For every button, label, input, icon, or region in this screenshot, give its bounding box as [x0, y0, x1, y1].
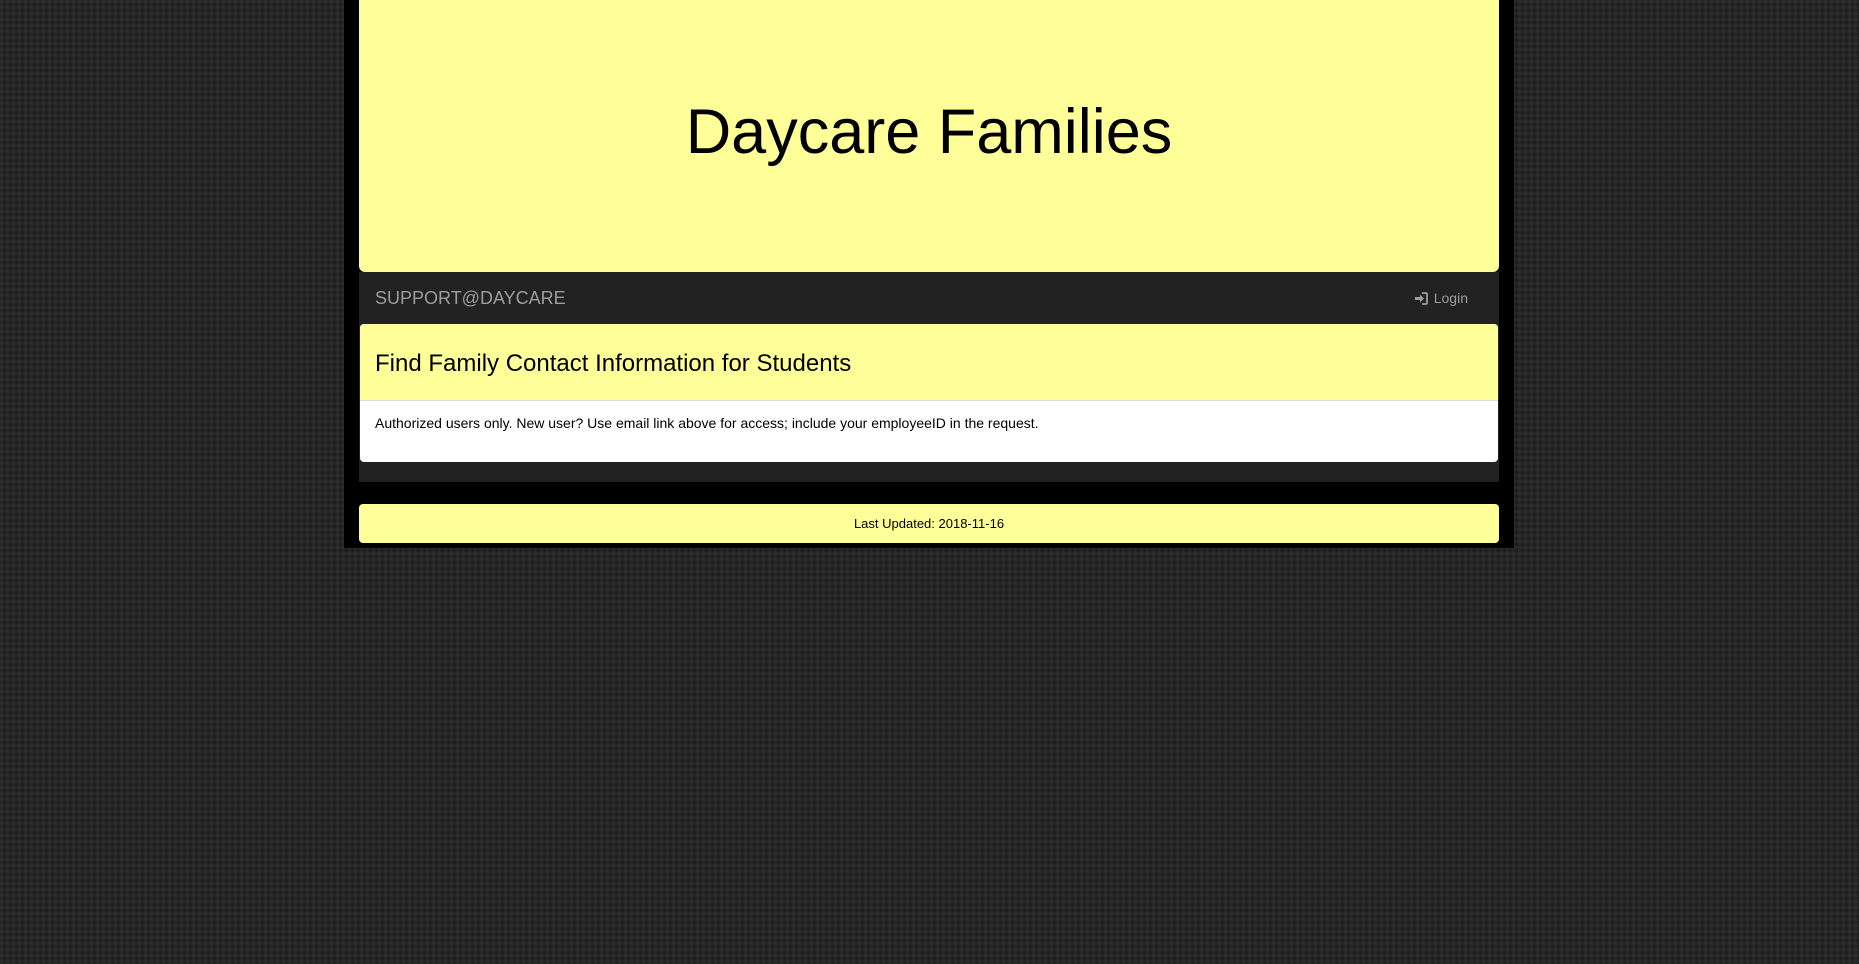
log-in-icon [1414, 291, 1428, 305]
panel-title: Find Family Contact Information for Stud… [375, 350, 852, 377]
login-link[interactable]: Login [1414, 290, 1468, 306]
footer: Last Updated: 2018-11-16 [359, 504, 1499, 543]
info-panel: Find Family Contact Information for Stud… [360, 324, 1498, 462]
panel-heading: Find Family Contact Information for Stud… [360, 324, 1498, 401]
navbar: SUPPORT@DAYCARE Login [359, 272, 1499, 324]
last-updated-text: Last Updated: 2018-11-16 [853, 516, 1005, 531]
main-content: Find Family Contact Information for Stud… [359, 324, 1499, 482]
navbar-brand-link[interactable]: SUPPORT@DAYCARE [375, 288, 566, 309]
page-container: Daycare Families SUPPORT@DAYCARE Login F… [344, 0, 1514, 548]
header-banner: Daycare Families [359, 0, 1499, 272]
site-title: Daycare Families [685, 96, 1173, 167]
login-label: Login [1433, 290, 1468, 306]
panel-body-text: Authorized users only. New user? Use ema… [375, 415, 1039, 431]
